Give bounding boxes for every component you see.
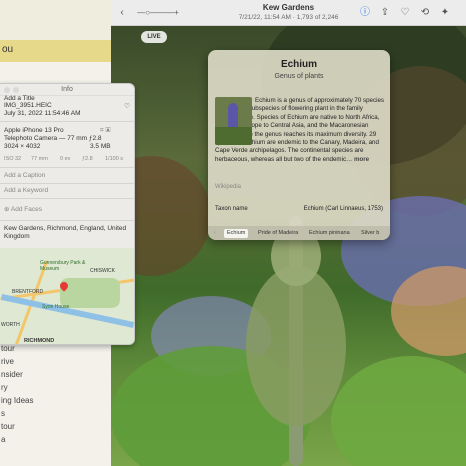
chevron-left-icon[interactable]: ‹ <box>211 229 219 238</box>
exif-focal: 77 mm <box>31 156 48 162</box>
share-icon[interactable]: ⇪ <box>378 6 392 20</box>
live-badge[interactable]: LIVE <box>141 31 167 43</box>
location-text: Kew Gardens, Richmond, England, United K… <box>4 225 127 240</box>
close-dot[interactable] <box>4 87 10 93</box>
camera-icon: ⌗ ▣ <box>100 127 111 134</box>
info-icon[interactable]: ⓘ <box>358 6 372 20</box>
map-label: CHISWICK <box>90 268 115 274</box>
photo-subtitle: 7/21/22, 11:54 AM · 1,793 of 2,246 <box>238 14 339 21</box>
file-size: 3.5 MB <box>90 143 111 150</box>
rotate-icon[interactable]: ⟲ <box>418 6 432 20</box>
related-chips: ‹ Echium Pride of Madeira Echium pininan… <box>208 226 390 240</box>
more-link[interactable]: more <box>354 156 369 163</box>
toolbar: ‹ —○———+ Kew Gardens 7/21/22, 11:54 AM ·… <box>111 0 466 26</box>
chip-pride-of-madeira[interactable]: Pride of Madeira <box>255 229 301 238</box>
divider <box>0 220 134 221</box>
caption-field[interactable]: Add a Caption <box>4 172 45 179</box>
keyword-field[interactable]: Add a Keyword <box>4 187 48 194</box>
card-subtitle: Genus of plants <box>274 73 324 80</box>
photos-window: ou tour rive nsider ry ing Ideas s tour … <box>0 0 466 466</box>
location-map[interactable]: Gunnersbury Park & Museum CHISWICK BRENT… <box>0 248 134 344</box>
taxon-label: Taxon name <box>215 206 248 212</box>
divider <box>0 198 134 199</box>
exif-aperture: ƒ2.8 <box>82 156 93 162</box>
device-name: Apple iPhone 13 Pro <box>4 127 64 134</box>
exif-shutter: 1/100 s <box>105 156 124 162</box>
map-label: Syon House <box>42 304 70 310</box>
card-title: Echium <box>280 59 318 70</box>
highlight-text: ou <box>2 44 14 55</box>
chip-echium-pininana[interactable]: Echium pininana <box>306 229 353 238</box>
lookup-card: Echium Genus of plants Echium is a genus… <box>208 50 390 240</box>
card-thumbnail[interactable] <box>215 97 252 145</box>
add-faces-label: Add Faces <box>10 206 42 213</box>
exif-ev: 0 ev <box>60 156 71 162</box>
info-panel: Info Add a Title ♡ IMG_3951.HEIC July 31… <box>0 83 135 345</box>
camera-info: Telephoto Camera — 77 mm ƒ2.8 <box>4 135 102 142</box>
heart-icon[interactable]: ♡ <box>124 102 130 110</box>
plus-icon: ⊕ <box>4 206 11 213</box>
enhance-icon[interactable]: ✦ <box>438 6 452 20</box>
map-label: WORTH <box>1 322 20 328</box>
map-label: RICHMOND <box>24 338 55 344</box>
map-label: BRENTFORD <box>12 289 44 295</box>
taxon-row: Taxon name Echium (Carl Linnaeus, 1753) <box>215 206 383 212</box>
datetime: July 31, 2022 11:54:46 AM <box>4 110 81 117</box>
add-faces-button[interactable]: ⊕ Add Faces <box>4 205 42 213</box>
photo-title: Kew Gardens <box>262 3 315 12</box>
card-source[interactable]: Wikipedia <box>215 184 241 190</box>
divider <box>0 167 134 168</box>
info-header-label: Info <box>61 86 73 93</box>
heart-icon[interactable]: ♡ <box>398 6 412 20</box>
add-title-field[interactable]: Add a Title <box>4 95 35 102</box>
chip-echium[interactable]: Echium <box>224 229 249 238</box>
exif-iso: ISO 32 <box>4 156 22 162</box>
resolution: 3024 × 4032 <box>4 143 41 150</box>
filename: IMG_3951.HEIC <box>4 102 52 109</box>
map-label: Gunnersbury Park & Museum <box>40 260 86 272</box>
minimize-dot[interactable] <box>13 87 19 93</box>
divider <box>0 183 134 184</box>
chip-silver[interactable]: Silver b <box>358 229 382 238</box>
taxon-value: Echium (Carl Linnaeus, 1753) <box>303 206 383 212</box>
divider <box>0 121 134 122</box>
